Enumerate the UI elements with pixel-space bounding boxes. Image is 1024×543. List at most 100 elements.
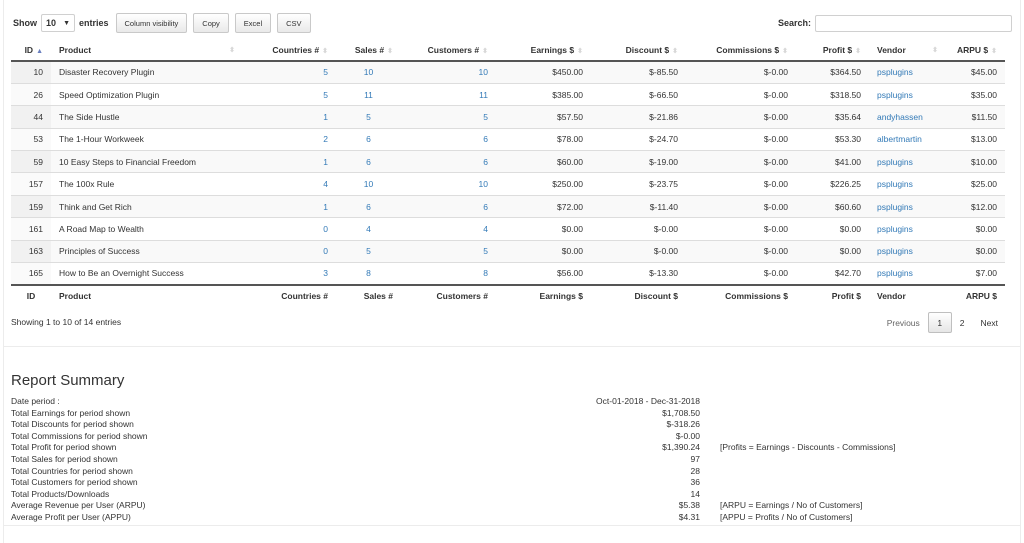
- sort-both-icon: ⬍: [782, 47, 788, 55]
- customers-link[interactable]: 10: [479, 179, 488, 189]
- vendor-link[interactable]: andyhassen: [877, 112, 923, 122]
- cell-product: Disaster Recovery Plugin: [51, 61, 241, 84]
- cell-sales: 5: [336, 105, 401, 129]
- cell-sales: 6: [336, 127, 401, 151]
- vendor-link[interactable]: psplugins: [877, 246, 913, 256]
- summary-label: Total Commissions for period shown: [11, 430, 148, 441]
- sales-link[interactable]: 8: [366, 268, 371, 278]
- countries-link[interactable]: 5: [323, 90, 328, 100]
- countries-link[interactable]: 1: [323, 157, 328, 167]
- vendor-link[interactable]: psplugins: [877, 157, 913, 167]
- cell-countries: 5: [241, 61, 336, 84]
- cell-discount: $-0.00: [591, 239, 686, 263]
- vendor-link[interactable]: psplugins: [877, 224, 913, 234]
- column-header-customers[interactable]: Customers # ⬍: [401, 39, 496, 62]
- table-row: 159 Think and Get Rich 1 6 6 $72.00 $-11.40 $-0…: [11, 194, 1005, 218]
- pagination-previous[interactable]: Previous: [879, 318, 928, 328]
- sort-both-icon: ⬍: [229, 47, 235, 54]
- countries-link[interactable]: 1: [323, 112, 328, 122]
- pagination-page-2[interactable]: 2: [952, 318, 973, 328]
- cell-countries: 1: [241, 150, 336, 173]
- cell-product: 10 Easy Steps to Financial Freedom: [51, 150, 241, 173]
- sales-link[interactable]: 6: [366, 202, 371, 212]
- cell-arpu: $10.00: [944, 150, 1005, 173]
- summary-label: Total Products/Downloads: [11, 488, 110, 499]
- customers-link[interactable]: 5: [483, 112, 488, 122]
- customers-link[interactable]: 11: [479, 90, 488, 100]
- column-label: Product: [59, 44, 92, 55]
- cell-customers: 5: [401, 105, 496, 129]
- sales-link[interactable]: 11: [364, 90, 373, 100]
- sales-link[interactable]: 6: [366, 134, 371, 144]
- excel-button[interactable]: Excel: [234, 13, 272, 33]
- column-header-sales[interactable]: Sales # ⬍: [336, 39, 401, 62]
- vendor-link[interactable]: psplugins: [877, 202, 913, 212]
- sales-link[interactable]: 10: [364, 67, 373, 77]
- column-header-id[interactable]: ID ▲: [11, 39, 51, 62]
- cell-sales: 10: [336, 172, 401, 196]
- cell-sales: 6: [336, 194, 401, 218]
- cell-countries: 1: [241, 194, 336, 218]
- sales-link[interactable]: 4: [366, 224, 371, 234]
- sales-link[interactable]: 5: [366, 246, 371, 256]
- entries-length-select[interactable]: 10 ▼: [41, 14, 75, 32]
- sales-link[interactable]: 5: [366, 112, 371, 122]
- frame-right-border: [1020, 0, 1021, 543]
- countries-link[interactable]: 3: [323, 268, 328, 278]
- column-header-discount[interactable]: Discount $ ⬍: [591, 39, 686, 62]
- column-header-profit[interactable]: Profit $ ⬍: [796, 39, 869, 62]
- summary-label: Total Earnings for period shown: [11, 407, 131, 418]
- column-visibility-button[interactable]: Column visibility: [115, 13, 188, 33]
- table-row: 157 The 100x Rule 4 10 10 $250.00 $-23.75 $-0.0…: [11, 172, 1005, 196]
- sales-link[interactable]: 6: [366, 157, 371, 167]
- table-toolbar: Show 10 ▼ entries Column visibility Copy…: [13, 13, 1012, 33]
- csv-button[interactable]: CSV: [277, 13, 311, 33]
- report-table: ID ▲ Product ⬍ Countries # ⬍ Sales # ⬍ Custo…: [11, 39, 1005, 307]
- footer-header-profit: Profit $: [796, 283, 869, 307]
- customers-link[interactable]: 5: [483, 246, 488, 256]
- vendor-link[interactable]: psplugins: [877, 67, 913, 77]
- pagination-page-1[interactable]: 1: [927, 312, 952, 333]
- countries-link[interactable]: 5: [323, 67, 328, 77]
- customers-link[interactable]: 6: [483, 134, 488, 144]
- vendor-link[interactable]: psplugins: [877, 90, 913, 100]
- table-row: 44 The Side Hustle 1 5 5 $57.50 $-21.86 $-0.00 $…: [11, 105, 1005, 129]
- section-divider: [3, 525, 1021, 526]
- cell-countries: 4: [241, 172, 336, 196]
- column-header-product[interactable]: Product ⬍: [51, 39, 241, 62]
- table-row: 163 Principles of Success 0 5 5 $0.00 $-0.00 $-…: [11, 239, 1005, 263]
- footer-header-earnings: Earnings $: [496, 283, 591, 307]
- countries-link[interactable]: 0: [323, 224, 328, 234]
- pagination-next[interactable]: Next: [973, 318, 1006, 328]
- countries-link[interactable]: 4: [323, 179, 328, 189]
- cell-customers: 5: [401, 239, 496, 263]
- column-header-vendor[interactable]: Vendor ⬍: [869, 39, 944, 62]
- summary-value: 97: [690, 453, 700, 464]
- footer-header-vendor: Vendor: [869, 283, 944, 307]
- vendor-link[interactable]: psplugins: [877, 268, 913, 278]
- search-input[interactable]: [815, 14, 1012, 32]
- countries-link[interactable]: 2: [323, 134, 328, 144]
- cell-id: 161: [11, 217, 51, 241]
- countries-link[interactable]: 0: [323, 246, 328, 256]
- customers-link[interactable]: 6: [483, 157, 488, 167]
- cell-commissions: $-0.00: [686, 172, 796, 196]
- customers-link[interactable]: 10: [479, 67, 488, 77]
- customers-link[interactable]: 8: [483, 268, 488, 278]
- customers-link[interactable]: 4: [483, 224, 488, 234]
- cell-vendor: andyhassen: [869, 105, 944, 129]
- table-info: Showing 1 to 10 of 14 entries: [11, 317, 122, 327]
- cell-arpu: $0.00: [944, 239, 1005, 263]
- summary-row: Total Sales for period shown 97: [11, 454, 1011, 466]
- copy-button[interactable]: Copy: [193, 13, 229, 33]
- customers-link[interactable]: 6: [483, 202, 488, 212]
- vendor-link[interactable]: psplugins: [877, 179, 913, 189]
- countries-link[interactable]: 1: [323, 202, 328, 212]
- column-header-earnings[interactable]: Earnings $ ⬍: [496, 39, 591, 62]
- column-header-countries[interactable]: Countries # ⬍: [241, 39, 336, 62]
- column-header-commissions[interactable]: Commissions $ ⬍: [686, 39, 796, 62]
- vendor-link[interactable]: albertmartin: [877, 134, 922, 144]
- sales-link[interactable]: 10: [364, 179, 373, 189]
- column-header-arpu[interactable]: ARPU $ ⬍: [944, 39, 1005, 62]
- summary-row: Total Commissions for period shown $-0.00: [11, 431, 1011, 443]
